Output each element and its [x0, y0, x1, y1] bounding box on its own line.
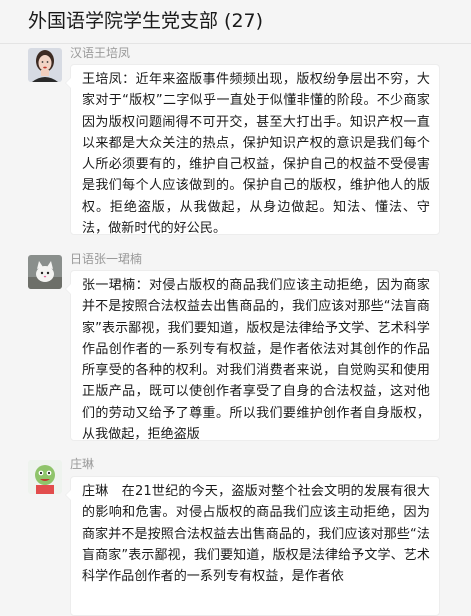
message-text: 庄琳 在21世纪的今天，盗版对整个社会文明的发展有很大的影响和危害。对侵占版权的… [82, 484, 430, 585]
sender-name: 日语张一珺楠 [70, 252, 143, 266]
message-bubble[interactable]: 张一珺楠：对侵占版权的商品我们应该主动拒绝，因为商家并不是按照合法权益去出售商品… [65, 270, 440, 442]
woman-portrait-avatar[interactable] [28, 48, 62, 82]
chat-header: 外国语学院学生党支部 (27) [0, 0, 471, 44]
cartoon-character-avatar[interactable] [28, 460, 62, 494]
chat-title: 外国语学院学生党支部 (27) [28, 10, 264, 32]
message-text: 王培凤：近年来盗版事件频频出现，版权纷争层出不穷，大家对于“版权”二字似乎一直处… [82, 72, 430, 237]
sender-name: 庄琳 [70, 457, 95, 471]
message-bubble[interactable]: 庄琳 在21世纪的今天，盗版对整个社会文明的发展有很大的影响和危害。对侵占版权的… [65, 476, 440, 616]
sender-name: 汉语王培凤 [70, 46, 131, 60]
message-text: 张一珺楠：对侵占版权的商品我们应该主动拒绝，因为商家并不是按照合法权益去出售商品… [82, 278, 430, 443]
message-bubble[interactable]: 王培凤：近年来盗版事件频频出现，版权纷争层出不穷，大家对于“版权”二字似乎一直处… [65, 64, 440, 236]
cat-avatar[interactable] [28, 255, 62, 289]
